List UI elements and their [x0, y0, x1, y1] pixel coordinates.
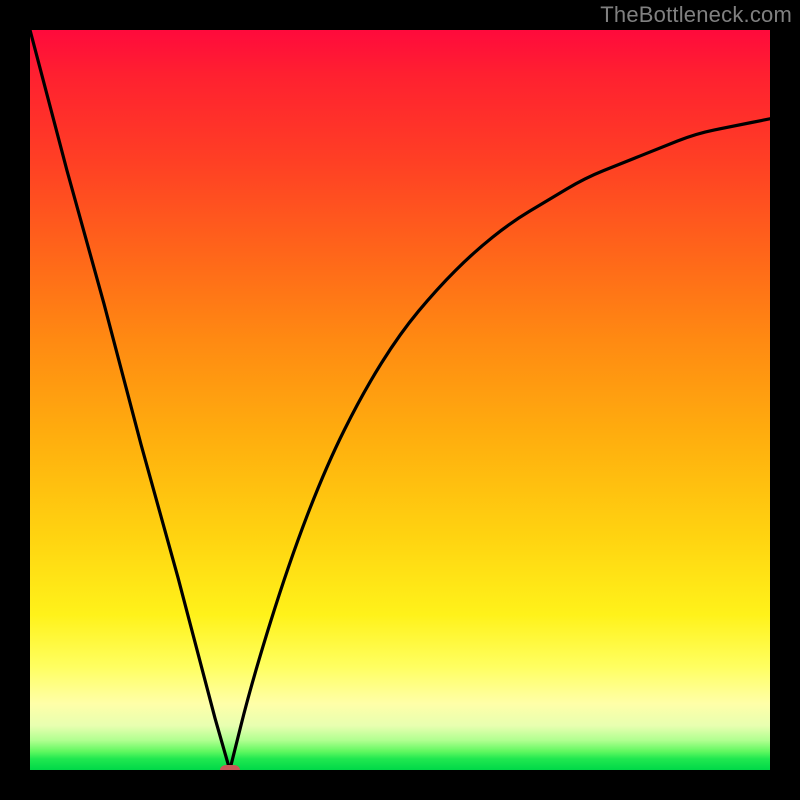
- vertex-marker: [220, 765, 240, 771]
- curve-left-branch: [30, 30, 230, 770]
- curve-layer: [30, 30, 770, 770]
- plot-area: [30, 30, 770, 770]
- watermark-text: TheBottleneck.com: [600, 2, 792, 28]
- curve-right-branch: [230, 119, 770, 770]
- chart-frame: TheBottleneck.com: [0, 0, 800, 800]
